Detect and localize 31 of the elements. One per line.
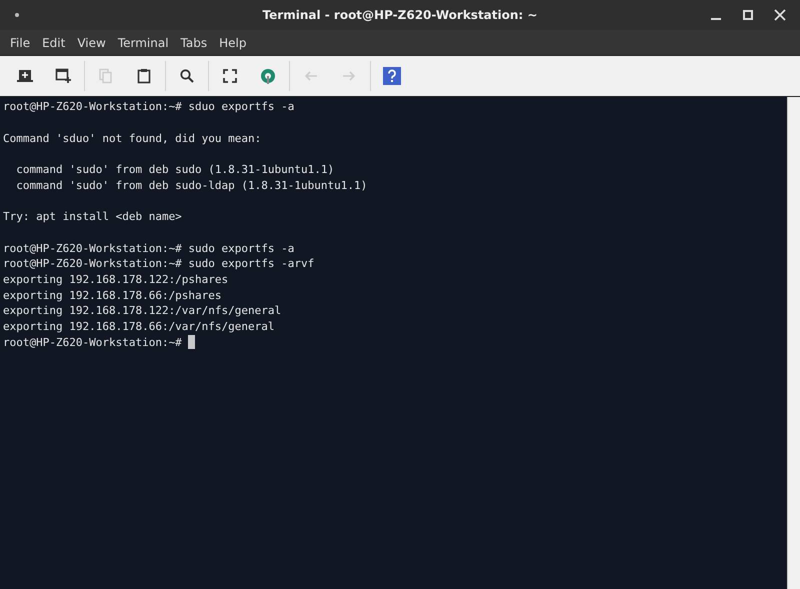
menu-item[interactable]: Terminal	[112, 36, 175, 50]
terminal-line: command 'sudo' from deb sudo-ldap (1.8.31-1ubuntu1.1)	[15, 178, 368, 192]
terminal-line: Try: apt install <deb name>	[3, 210, 182, 224]
settings-icon	[259, 67, 277, 85]
window-menu-icon[interactable]	[15, 13, 19, 17]
terminal-line: exporting 192.168.178.122:/pshares	[3, 272, 228, 286]
terminal-line: root@HP-Z620-Workstation:~#	[3, 336, 183, 349]
copy-icon	[98, 68, 114, 84]
menu-item[interactable]: Edit	[36, 36, 72, 50]
terminal-line: exporting 192.168.178.66:/var/nfs/general	[3, 320, 275, 333]
terminal-line: exporting 192.168.178.122:/var/nfs/general	[3, 304, 282, 318]
window-title: Terminal - root@HP-Z620-Workstation: ~	[262, 8, 538, 22]
fullscreen-icon	[222, 68, 238, 84]
terminal-line: command 'sudo' from deb sudo (1.8.31-1ubuntu1.1)	[15, 163, 334, 176]
new-tab-icon	[17, 68, 33, 84]
terminal-line: exporting 192.168.178.66:/pshares	[3, 288, 222, 302]
menu-item[interactable]: View	[71, 36, 112, 50]
maximize-icon[interactable]	[742, 9, 754, 21]
menu-item[interactable]: Tabs	[174, 36, 214, 50]
help-icon	[383, 67, 401, 85]
scrollbar[interactable]	[787, 97, 800, 589]
terminal-line: root@HP-Z620-Workstation:~# sudo exportfs -arvf	[3, 257, 314, 270]
clipboard-icon	[136, 68, 152, 84]
close-icon[interactable]	[774, 9, 786, 21]
search-icon	[179, 68, 195, 84]
terminal-line: Command 'sduo' not found, did you mean:	[3, 132, 262, 145]
new-window-icon	[55, 68, 71, 84]
menu-item[interactable]: Help	[213, 36, 252, 50]
terminal-line: root@HP-Z620-Workstation:~# sudo exportfs -a	[3, 242, 294, 255]
menu-item[interactable]: File	[4, 36, 36, 50]
terminal-line: root@HP-Z620-Workstation:~# sduo exportfs -a	[3, 100, 294, 114]
